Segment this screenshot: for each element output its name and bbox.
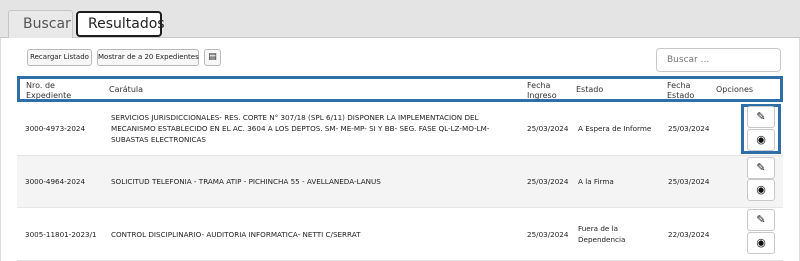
tab-bar: Buscar Resultados <box>0 0 800 38</box>
row-nro: 3000-4973-2024 <box>25 124 86 133</box>
header-fecha-ingreso[interactable]: Fecha Ingreso <box>527 81 565 101</box>
row-caratula: SERVICIOS JURISDICCIONALES- RES. CORTE N… <box>111 113 490 144</box>
row-nro: 3000-4964-2024 <box>25 177 86 186</box>
row-fecha-estado: 25/03/2024 <box>668 177 710 186</box>
eye-icon[interactable]: ◉ <box>747 179 775 201</box>
row-fecha-estado: 25/03/2024 <box>668 124 710 133</box>
header-fecha-estado[interactable]: Fecha Estado <box>667 81 701 101</box>
show-20-button[interactable]: Mostrar de a 20 Expedientes <box>97 49 199 66</box>
header-caratula[interactable]: Carátula <box>109 85 143 95</box>
row-nro: 3005-11801-2023/1 <box>25 230 97 239</box>
pencil-icon[interactable]: ✎ <box>747 106 775 128</box>
reload-list-button[interactable]: Recargar Listado <box>27 49 92 66</box>
table-row: 3005-11801-2023/1 CONTROL DISCIPLINARIO-… <box>17 208 783 261</box>
document-icon[interactable]: ▤ <box>204 49 221 66</box>
tab-resultados[interactable]: Resultados <box>76 11 165 37</box>
row-estado: Fuera de la Dependencia <box>578 224 626 244</box>
table-header: Nro. de Expediente Carátula Fecha Ingres… <box>17 76 783 102</box>
pencil-icon[interactable]: ✎ <box>747 209 775 231</box>
row-caratula: SOLICITUD TELEFONIA - TRAMA ATIP - PICHI… <box>111 177 381 186</box>
row-caratula: CONTROL DISCIPLINARIO- AUDITORIA INFORMA… <box>111 230 361 239</box>
row-fecha-ingreso: 25/03/2024 <box>527 230 569 239</box>
eye-icon[interactable]: ◉ <box>747 232 775 254</box>
search-input[interactable] <box>656 48 781 72</box>
table-row: 3000-4964-2024 SOLICITUD TELEFONIA - TRA… <box>17 156 783 208</box>
row-estado: A Espera de Informe <box>578 124 652 133</box>
tab-buscar[interactable]: Buscar <box>8 10 73 38</box>
header-opciones: Opciones <box>716 85 754 94</box>
row-fecha-ingreso: 25/03/2024 <box>527 177 569 186</box>
table-row: 3000-4973-2024 SERVICIOS JURISDICCIONALE… <box>17 102 783 156</box>
header-estado[interactable]: Estado <box>576 85 603 95</box>
eye-icon[interactable]: ◉ <box>747 129 775 151</box>
pencil-icon[interactable]: ✎ <box>747 157 775 179</box>
header-nro[interactable]: Nro. de Expediente <box>26 81 82 101</box>
row-fecha-ingreso: 25/03/2024 <box>527 124 569 133</box>
row-fecha-estado: 22/03/2024 <box>668 230 710 239</box>
results-panel: Recargar Listado Mostrar de a 20 Expedie… <box>0 38 800 261</box>
row-estado: A la Firma <box>578 177 614 186</box>
